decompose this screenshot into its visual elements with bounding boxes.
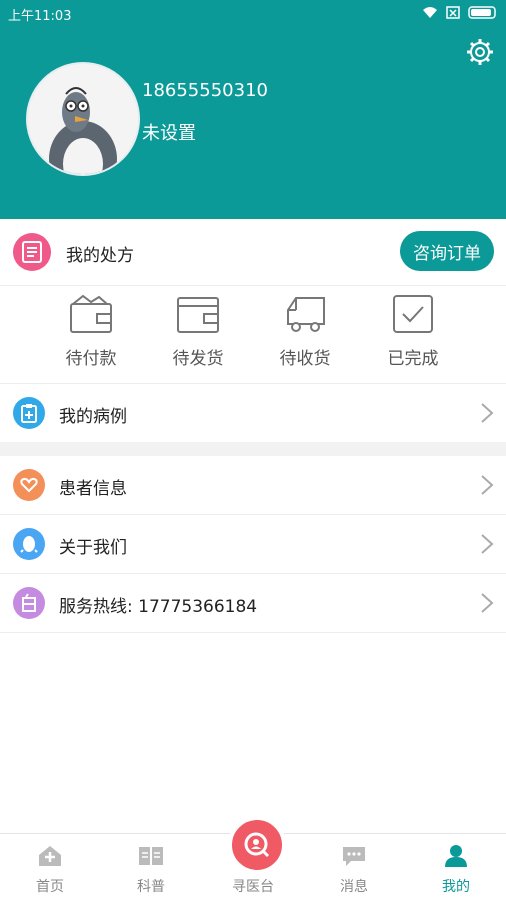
find-doctor-button[interactable]: [228, 816, 286, 874]
status-icons: [422, 6, 498, 19]
profile-header: 18655550310 未设置: [0, 28, 506, 219]
home-icon: [39, 846, 61, 866]
battery-icon: [468, 6, 496, 19]
medical-record-icon: [13, 397, 45, 429]
patient-info-label: 患者信息: [59, 479, 127, 499]
about-us-label: 关于我们: [59, 538, 127, 558]
tab-science-label: 科普: [137, 879, 165, 895]
status-bar: 上午11:03: [0, 0, 506, 28]
tab-home[interactable]: 首页: [10, 844, 90, 896]
pending-receipt-label: 待收货: [279, 349, 331, 369]
section-divider: [0, 442, 506, 456]
settings-gear-icon[interactable]: [466, 38, 494, 66]
tab-find-doctor[interactable]: 寻医台: [213, 876, 293, 896]
prescription-label: 我的处方: [66, 246, 134, 266]
pending-payment-item[interactable]: 待付款: [41, 294, 141, 369]
pending-shipment-label: 待发货: [172, 349, 224, 369]
hotline-badge-icon: [13, 587, 45, 619]
service-hotline-label: 服务热线: 17775366184: [59, 597, 258, 617]
penguin-icon: [13, 528, 45, 560]
my-cases-label: 我的病例: [59, 407, 127, 427]
avatar[interactable]: [26, 62, 140, 176]
heart-icon: [13, 469, 45, 501]
consult-order-button[interactable]: 咨询订单: [400, 231, 494, 271]
tab-messages[interactable]: 消息: [314, 844, 394, 896]
completed-item[interactable]: 已完成: [363, 294, 463, 369]
tab-science[interactable]: 科普: [111, 844, 191, 896]
user-nickname[interactable]: 未设置: [142, 119, 196, 145]
user-phone: 18655550310: [142, 80, 268, 101]
wallet-card-icon: [177, 297, 219, 333]
chevron-right-icon: [481, 475, 494, 495]
tab-find-doctor-label: 寻医台: [232, 879, 274, 895]
chevron-right-icon: [481, 593, 494, 613]
tab-mine-label: 我的: [442, 879, 470, 895]
sim-icon: [446, 6, 460, 19]
wifi-icon: [423, 7, 437, 18]
pigeon-avatar-icon: [49, 87, 117, 174]
service-hotline-row[interactable]: 服务热线: 17775366184: [0, 574, 506, 633]
status-time: 上午11:03: [8, 9, 72, 24]
search-doctor-icon: [244, 832, 270, 858]
tab-mine[interactable]: 我的: [416, 844, 496, 896]
completed-label: 已完成: [387, 349, 439, 369]
about-us-row[interactable]: 关于我们: [0, 515, 506, 574]
book-icon: [139, 847, 163, 865]
truck-icon: [287, 297, 325, 332]
wallet-icon: [70, 294, 112, 333]
pending-receipt-item[interactable]: 待收货: [255, 294, 355, 369]
tab-messages-label: 消息: [340, 879, 368, 895]
order-status-row: 待付款 待发货 待收货 已完成: [0, 286, 506, 384]
my-prescription-row[interactable]: 我的处方 咨询订单: [0, 219, 506, 286]
prescription-icon: [13, 233, 51, 271]
tab-home-label: 首页: [36, 879, 64, 895]
chat-bubble-icon: [343, 847, 365, 866]
chevron-right-icon: [481, 534, 494, 554]
bottom-tab-bar: 首页 科普 寻医台 消息 我的: [0, 816, 506, 901]
pending-shipment-item[interactable]: 待发货: [148, 294, 248, 369]
pending-payment-label: 待付款: [65, 349, 117, 369]
chevron-right-icon: [481, 403, 494, 423]
user-icon: [445, 845, 467, 867]
patient-info-row[interactable]: 患者信息: [0, 456, 506, 515]
my-cases-row[interactable]: 我的病例: [0, 384, 506, 443]
check-box-icon: [393, 295, 433, 333]
